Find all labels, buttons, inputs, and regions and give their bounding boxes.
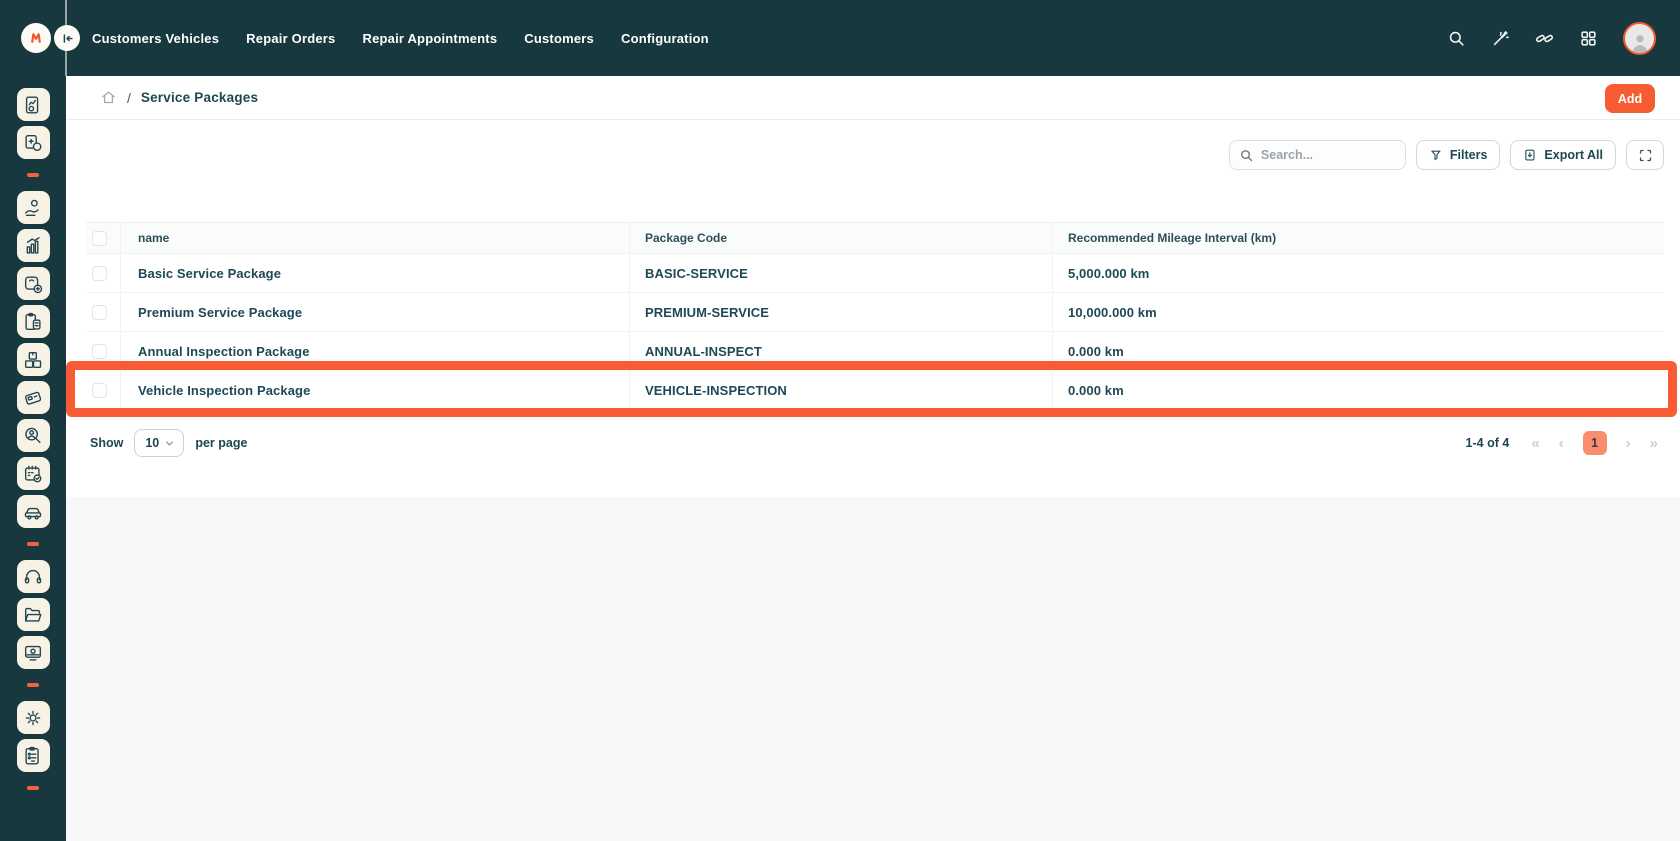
next-page-button[interactable]: › bbox=[1626, 436, 1631, 451]
page-size-control: Show 10 per page bbox=[90, 429, 247, 457]
sidebar-divider bbox=[27, 683, 39, 687]
background-area bbox=[66, 497, 1680, 841]
page-size-select[interactable]: 10 bbox=[134, 429, 184, 457]
row-checkbox[interactable] bbox=[92, 383, 107, 398]
calculator-coin-icon[interactable] bbox=[17, 126, 50, 159]
estimate-clipboard-icon[interactable] bbox=[17, 305, 50, 338]
table-header-row: name Package Code Recommended Mileage In… bbox=[86, 222, 1664, 254]
analytics-chart-icon[interactable] bbox=[17, 229, 50, 262]
cell-package-code: PREMIUM-SERVICE bbox=[629, 293, 1052, 331]
nav-customers-vehicles[interactable]: Customers Vehicles bbox=[92, 31, 219, 46]
export-file-icon bbox=[1523, 148, 1538, 163]
add-button[interactable]: Add bbox=[1605, 84, 1655, 113]
page-size-value: 10 bbox=[145, 436, 159, 450]
user-avatar[interactable] bbox=[1623, 22, 1656, 55]
cell-mileage: 5,000.000 km bbox=[1052, 254, 1664, 292]
customer-search-icon[interactable] bbox=[17, 419, 50, 452]
table-row[interactable]: Annual Inspection Package ANNUAL-INSPECT… bbox=[86, 332, 1664, 371]
magic-wand-icon[interactable] bbox=[1491, 29, 1510, 48]
row-checkbox[interactable] bbox=[92, 266, 107, 281]
column-header-mileage-interval[interactable]: Recommended Mileage Interval (km) bbox=[1052, 223, 1664, 253]
cell-package-code: VEHICLE-INSPECTION bbox=[629, 371, 1052, 409]
person-icon bbox=[1628, 31, 1652, 53]
pagination-controls: 1-4 of 4 « ‹ 1 › » bbox=[1466, 431, 1658, 455]
select-all-checkbox[interactable] bbox=[92, 231, 107, 246]
sidebar-divider bbox=[27, 786, 39, 790]
current-page-button[interactable]: 1 bbox=[1583, 431, 1607, 455]
cell-name: Basic Service Package bbox=[120, 254, 629, 292]
search-icon bbox=[1239, 148, 1254, 163]
page-title: Service Packages bbox=[141, 90, 258, 105]
export-all-label: Export All bbox=[1544, 148, 1603, 162]
pos-terminal-icon[interactable] bbox=[17, 381, 50, 414]
row-checkbox[interactable] bbox=[92, 344, 107, 359]
expand-button[interactable] bbox=[1626, 140, 1664, 170]
search-icon[interactable] bbox=[1447, 29, 1466, 48]
service-packages-table: name Package Code Recommended Mileage In… bbox=[86, 222, 1664, 410]
inventory-boxes-icon[interactable] bbox=[17, 343, 50, 376]
table-row[interactable]: Basic Service Package BASIC-SERVICE 5,00… bbox=[86, 254, 1664, 293]
tasks-checklist-icon[interactable] bbox=[17, 739, 50, 772]
table-row-highlighted[interactable]: Vehicle Inspection Package VEHICLE-INSPE… bbox=[86, 371, 1664, 410]
nav-customers[interactable]: Customers bbox=[524, 31, 594, 46]
filters-label: Filters bbox=[1450, 148, 1488, 162]
per-page-label: per page bbox=[195, 436, 247, 450]
link-icon[interactable] bbox=[1535, 29, 1554, 48]
nav-repair-appointments[interactable]: Repair Appointments bbox=[362, 31, 497, 46]
first-page-button[interactable]: « bbox=[1531, 436, 1539, 451]
cell-package-code: ANNUAL-INSPECT bbox=[629, 332, 1052, 370]
search-field[interactable] bbox=[1229, 140, 1406, 170]
home-icon[interactable] bbox=[100, 89, 117, 106]
chevron-down-icon bbox=[164, 438, 175, 449]
workstation-monitor-icon[interactable] bbox=[17, 636, 50, 669]
cell-mileage: 10,000.000 km bbox=[1052, 293, 1664, 331]
export-all-button[interactable]: Export All bbox=[1510, 140, 1616, 170]
topbar-actions bbox=[1447, 0, 1656, 76]
sidebar-divider bbox=[27, 542, 39, 546]
breadcrumb-separator: / bbox=[127, 90, 131, 106]
expand-icon bbox=[1638, 148, 1653, 163]
nav-repair-orders[interactable]: Repair Orders bbox=[246, 31, 335, 46]
table-row[interactable]: Premium Service Package PREMIUM-SERVICE … bbox=[86, 293, 1664, 332]
search-input[interactable] bbox=[1261, 148, 1396, 162]
service-hand-icon[interactable] bbox=[17, 191, 50, 224]
main-content: / Service Packages Add Filters Export Al… bbox=[66, 76, 1680, 841]
logo-mark-icon bbox=[26, 28, 46, 48]
collapse-arrow-icon bbox=[60, 31, 75, 46]
apps-grid-icon[interactable] bbox=[1579, 29, 1598, 48]
scale-add-icon[interactable] bbox=[17, 267, 50, 300]
column-header-name[interactable]: name bbox=[120, 223, 629, 253]
prev-page-button[interactable]: ‹ bbox=[1559, 436, 1564, 451]
sidebar-divider bbox=[27, 173, 39, 177]
appointments-calendar-icon[interactable] bbox=[17, 457, 50, 490]
cell-name: Annual Inspection Package bbox=[120, 332, 629, 370]
breadcrumb-bar: / Service Packages Add bbox=[66, 76, 1680, 120]
topbar: Customers Vehicles Repair Orders Repair … bbox=[0, 0, 1680, 76]
sidebar-collapse-button[interactable] bbox=[54, 25, 80, 51]
workshop-report-icon[interactable] bbox=[17, 88, 50, 121]
support-headset-icon[interactable] bbox=[17, 560, 50, 593]
row-checkbox[interactable] bbox=[92, 305, 107, 320]
cell-mileage: 0.000 km bbox=[1052, 371, 1664, 409]
pagination-bar: Show 10 per page 1-4 of 4 « ‹ 1 › » bbox=[66, 428, 1680, 458]
cell-name: Vehicle Inspection Package bbox=[120, 371, 629, 409]
column-header-package-code[interactable]: Package Code bbox=[629, 223, 1052, 253]
settings-gear-icon[interactable] bbox=[17, 701, 50, 734]
cell-name: Premium Service Package bbox=[120, 293, 629, 331]
cell-mileage: 0.000 km bbox=[1052, 332, 1664, 370]
filters-button[interactable]: Filters bbox=[1416, 140, 1501, 170]
last-page-button[interactable]: » bbox=[1650, 436, 1658, 451]
documents-folder-icon[interactable] bbox=[17, 598, 50, 631]
nav-configuration[interactable]: Configuration bbox=[621, 31, 709, 46]
app-logo[interactable] bbox=[21, 23, 51, 53]
range-text: 1-4 of 4 bbox=[1466, 436, 1510, 450]
show-label: Show bbox=[90, 436, 123, 450]
vehicles-car-icon[interactable] bbox=[17, 495, 50, 528]
top-navigation: Customers Vehicles Repair Orders Repair … bbox=[92, 31, 709, 46]
cell-package-code: BASIC-SERVICE bbox=[629, 254, 1052, 292]
sidebar bbox=[0, 0, 66, 841]
toolbar: Filters Export All bbox=[66, 120, 1680, 170]
filter-funnel-icon bbox=[1429, 148, 1444, 163]
